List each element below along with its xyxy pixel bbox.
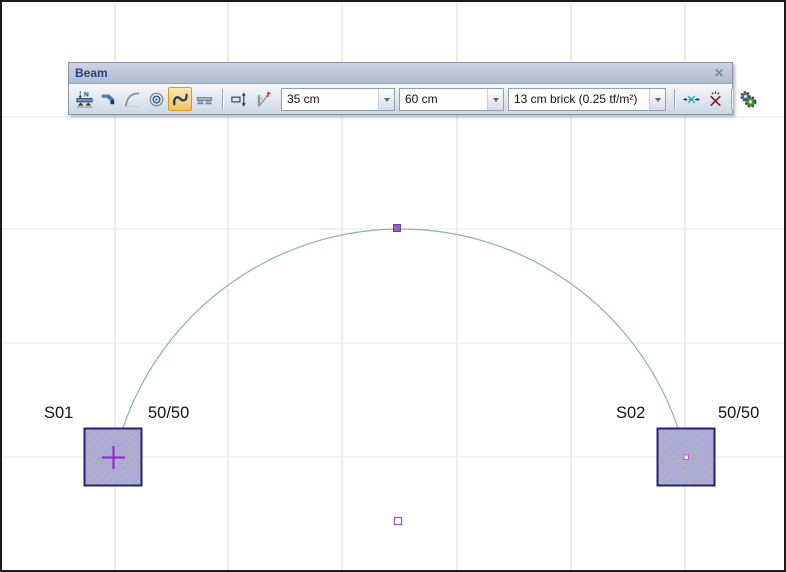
beam-depth-value: 60 cm xyxy=(400,92,487,106)
beam-3d-glyph xyxy=(99,90,118,109)
chevron-down-icon[interactable] xyxy=(378,89,394,110)
spline-beam-glyph xyxy=(171,90,190,109)
toolbar-separator xyxy=(222,89,223,109)
toolbar-title: Beam xyxy=(75,66,712,80)
beam-3d-icon[interactable] xyxy=(96,87,120,111)
toolbar-button-row: N xyxy=(69,84,732,114)
svg-text:N: N xyxy=(84,91,89,98)
beam-toolbar: Beam ✕ N xyxy=(68,62,733,115)
application-window: S01 50/50 S02 50/50 Beam ✕ N xyxy=(0,0,786,572)
wall-load-value: 13 cm brick (0.25 tf/m²) xyxy=(509,92,649,106)
offset-icon[interactable] xyxy=(227,87,251,111)
wall-load-combo[interactable]: 13 cm brick (0.25 tf/m²) xyxy=(508,88,666,111)
toolbar-separator xyxy=(674,89,675,109)
beam-depth-combo[interactable]: 60 cm xyxy=(399,88,504,111)
column-section-s02: 50/50 xyxy=(718,404,759,422)
continuous-beam-glyph xyxy=(195,90,214,109)
continuous-beam-icon[interactable] xyxy=(192,87,216,111)
toolbar-separator xyxy=(731,89,732,109)
column-label-s02: S02 xyxy=(616,404,645,422)
trim-intersect-glyph xyxy=(682,90,701,109)
break-glyph xyxy=(706,90,725,109)
break-icon[interactable] xyxy=(703,87,727,111)
arc-beam-icon[interactable] xyxy=(120,87,144,111)
arc-beam-glyph xyxy=(123,90,142,109)
slope-angle-glyph xyxy=(254,90,273,109)
arc-apex-handle[interactable] xyxy=(394,225,401,232)
offset-glyph xyxy=(230,90,249,109)
beam-width-combo[interactable]: 35 cm xyxy=(281,88,395,111)
spline-beam-icon[interactable] xyxy=(168,87,192,111)
close-icon[interactable]: ✕ xyxy=(712,67,726,79)
arc-beam[interactable] xyxy=(123,229,678,428)
column-center-marker[interactable] xyxy=(684,455,689,460)
settings-gear-glyph xyxy=(738,89,758,109)
settings-gear-icon[interactable] xyxy=(736,87,760,111)
slope-angle-icon[interactable] xyxy=(251,87,275,111)
chevron-down-icon[interactable] xyxy=(649,89,665,110)
circular-beam-glyph xyxy=(147,90,166,109)
beam-width-value: 35 cm xyxy=(282,92,378,106)
beam-axial-icon[interactable]: N xyxy=(72,87,96,111)
arc-center-marker[interactable] xyxy=(395,518,402,525)
column-label-s01: S01 xyxy=(44,404,73,422)
trim-intersect-icon[interactable] xyxy=(679,87,703,111)
toolbar-titlebar[interactable]: Beam ✕ xyxy=(69,63,732,84)
chevron-down-icon[interactable] xyxy=(487,89,503,110)
column-section-s01: 50/50 xyxy=(148,404,189,422)
circular-beam-icon[interactable] xyxy=(144,87,168,111)
beam-axial-glyph: N xyxy=(75,90,94,109)
